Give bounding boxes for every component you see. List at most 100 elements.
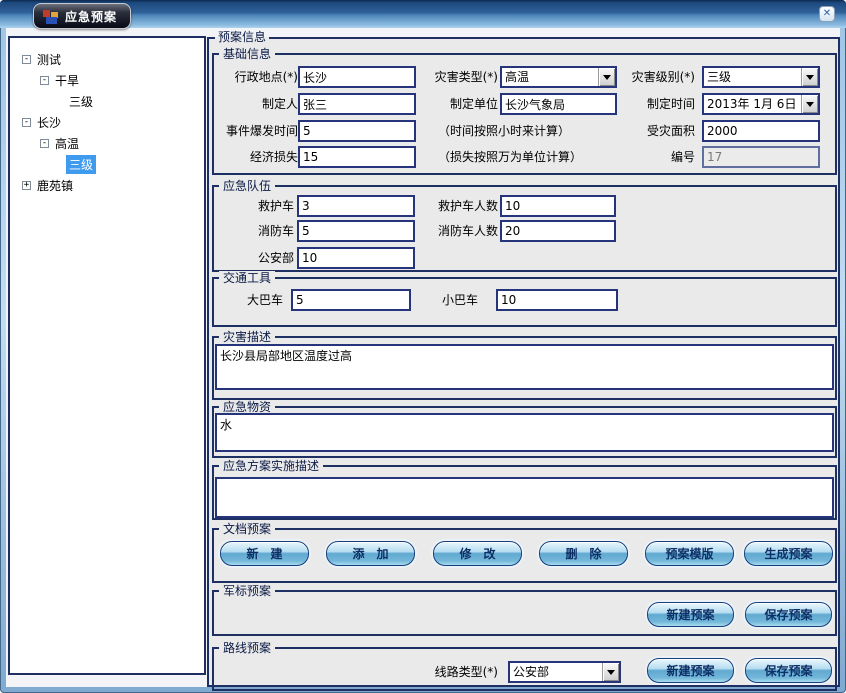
serial-number-label: 编号 (617, 146, 695, 168)
group-title: 基础信息 (219, 47, 275, 61)
disaster-type-label: 灾害类型(*) (412, 66, 498, 88)
tree-node-sanji-2-selected[interactable]: 三级 (10, 154, 204, 175)
tree-collapse-icon[interactable]: - (40, 76, 49, 85)
group-title: 交通工具 (219, 271, 275, 285)
tree-node-ceshi[interactable]: - 测试 (10, 49, 204, 70)
disaster-level-label: 灾害级别(*) (617, 66, 695, 88)
disaster-level-select[interactable]: 三级 (702, 66, 820, 88)
disaster-type-value: 高温 (502, 68, 598, 86)
time-hint: （时间按照小时来计算） (438, 120, 618, 142)
group-title: 灾害描述 (219, 330, 275, 344)
close-button[interactable]: ✕ (819, 6, 835, 22)
plan-info-panel: 预案信息 基础信息 行政地点(*) 灾害类型(*) 高温 灾害级别(*) 三级 … (207, 30, 840, 687)
client-area: - 测试 - 干旱 三级 - 长沙 - 高温 (6, 28, 840, 687)
tree-node-label[interactable]: 鹿苑镇 (34, 176, 76, 195)
plan-template-button[interactable]: 预案模版 (645, 541, 734, 566)
fire-truck-staff-input[interactable] (500, 220, 616, 242)
affected-area-input[interactable] (702, 120, 820, 142)
group-title: 应急队伍 (219, 179, 275, 193)
chevron-down-icon[interactable] (598, 68, 615, 86)
maker-unit-input[interactable] (500, 93, 617, 115)
police-input[interactable] (297, 247, 415, 269)
group-basic-info: 基础信息 行政地点(*) 灾害类型(*) 高温 灾害级别(*) 三级 制定人 制… (212, 53, 837, 175)
tree-node-label[interactable]: 三级 (66, 92, 96, 111)
ambulance-label: 救护车 (216, 195, 294, 217)
tree-collapse-icon[interactable]: - (22, 118, 31, 127)
supplies-textarea[interactable]: 水 (215, 413, 834, 452)
tree-node-sanji-1[interactable]: 三级 (10, 91, 204, 112)
tree-collapse-icon[interactable]: - (22, 55, 31, 64)
tree-node-luyuanzhen[interactable]: + 鹿苑镇 (10, 175, 204, 196)
group-transport: 交通工具 大巴车 小巴车 (212, 277, 837, 327)
make-time-label: 制定时间 (617, 93, 695, 115)
group-title: 应急物资 (219, 400, 275, 414)
group-doc-plan: 文档预案 新 建 添 加 修 改 删 除 预案模版 生成预案 (212, 528, 837, 583)
ambulance-staff-input[interactable] (500, 195, 616, 217)
line-type-select[interactable]: 公安部 (508, 661, 621, 683)
chevron-down-icon[interactable] (801, 68, 818, 86)
military-new-plan-button[interactable]: 新建预案 (647, 602, 734, 627)
serial-number-input (702, 146, 820, 168)
new-button[interactable]: 新 建 (220, 541, 309, 566)
group-title: 文档预案 (219, 522, 275, 536)
tree-node-label[interactable]: 干旱 (52, 71, 82, 90)
tree-node-label-selected[interactable]: 三级 (66, 155, 96, 174)
big-bus-label: 大巴车 (216, 289, 283, 311)
ambulance-input[interactable] (297, 195, 415, 217)
generate-plan-button[interactable]: 生成预案 (744, 541, 833, 566)
outbreak-time-input[interactable] (298, 120, 416, 142)
title-tab[interactable]: 应急预案 (33, 3, 131, 29)
outbreak-time-label: 事件爆发时间 (216, 120, 298, 142)
route-new-plan-button[interactable]: 新建预案 (647, 658, 734, 683)
add-button[interactable]: 添 加 (326, 541, 415, 566)
fire-truck-input[interactable] (297, 220, 415, 242)
close-icon: ✕ (823, 9, 831, 19)
titlebar: 应急预案 ✕ (0, 0, 846, 28)
implementation-textarea[interactable] (215, 477, 834, 518)
maker-label: 制定人 (216, 93, 298, 115)
small-bus-label: 小巴车 (402, 289, 478, 311)
group-implementation: 应急方案实施描述 (212, 465, 837, 520)
police-label: 公安部 (216, 247, 294, 269)
economic-loss-input[interactable] (298, 146, 416, 168)
tree-node-label[interactable]: 高温 (52, 134, 82, 153)
app-window: 应急预案 ✕ - 测试 - 干旱 三级 - (0, 0, 846, 693)
tree-node-ganhan[interactable]: - 干旱 (10, 70, 204, 91)
delete-button[interactable]: 删 除 (539, 541, 628, 566)
line-type-value: 公安部 (510, 663, 602, 681)
disaster-type-select[interactable]: 高温 (500, 66, 617, 88)
disaster-desc-textarea[interactable]: 长沙县局部地区温度过高 (215, 344, 834, 390)
group-title: 军标预案 (219, 584, 275, 598)
group-route-plan: 路线预案 线路类型(*) 公安部 新建预案 保存预案 (212, 647, 837, 691)
tree-collapse-icon[interactable]: - (40, 139, 49, 148)
tree-node-label[interactable]: 长沙 (34, 113, 64, 132)
chevron-down-icon[interactable] (602, 663, 619, 681)
maker-input[interactable] (298, 93, 416, 115)
chevron-down-icon[interactable] (801, 95, 818, 113)
modify-button[interactable]: 修 改 (433, 541, 522, 566)
tree-expand-icon[interactable]: + (22, 181, 31, 190)
group-emergency-team: 应急队伍 救护车 救护车人数 消防车 消防车人数 公安部 (212, 185, 837, 272)
military-save-plan-button[interactable]: 保存预案 (745, 602, 832, 627)
line-type-label: 线路类型(*) (412, 661, 498, 683)
tree-node-gaowen[interactable]: - 高温 (10, 133, 204, 154)
plan-tree: - 测试 - 干旱 三级 - 长沙 - 高温 (8, 36, 206, 675)
ambulance-staff-label: 救护车人数 (412, 195, 498, 217)
route-save-plan-button[interactable]: 保存预案 (745, 658, 832, 683)
small-bus-input[interactable] (496, 289, 618, 311)
make-time-picker[interactable]: 2013年 1月 6日 (702, 93, 820, 115)
big-bus-input[interactable] (291, 289, 411, 311)
group-title: 应急方案实施描述 (219, 459, 323, 473)
fire-truck-label: 消防车 (216, 220, 294, 242)
admin-location-input[interactable] (298, 66, 416, 88)
panel-title: 预案信息 (215, 30, 269, 44)
disaster-level-value: 三级 (704, 68, 801, 86)
make-time-value: 2013年 1月 6日 (704, 95, 801, 113)
group-military-plan: 军标预案 新建预案 保存预案 (212, 590, 837, 636)
affected-area-label: 受灾面积 (617, 120, 695, 142)
tree-node-label[interactable]: 测试 (34, 50, 64, 69)
group-title: 路线预案 (219, 641, 275, 655)
maker-unit-label: 制定单位 (412, 93, 498, 115)
tree-node-changsha[interactable]: - 长沙 (10, 112, 204, 133)
group-supplies: 应急物资 水 (212, 406, 837, 458)
